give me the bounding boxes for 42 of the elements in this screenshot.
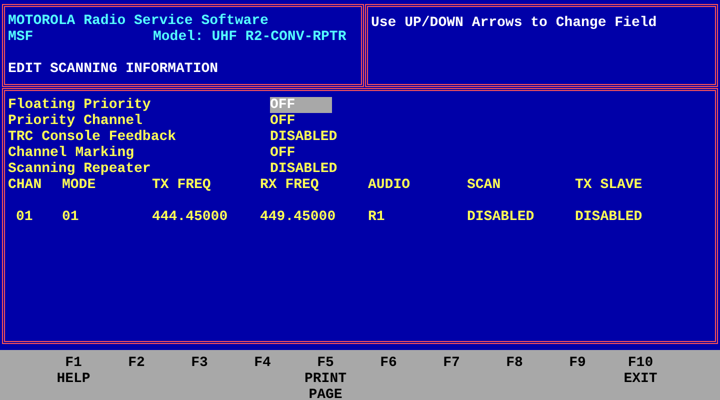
field-value[interactable]: DISABLED <box>270 129 338 145</box>
function-key-label: PRINT <box>304 371 346 387</box>
help-text: Use UP/DOWN Arrows to Change Field <box>371 15 658 31</box>
function-key[interactable]: F10 <box>628 355 654 371</box>
function-key[interactable]: F7 <box>443 355 460 371</box>
function-key[interactable]: F2 <box>128 355 145 371</box>
column-header: AUDIO <box>368 177 412 193</box>
column-header: TX FREQ <box>152 177 212 193</box>
function-key[interactable]: F6 <box>380 355 397 371</box>
app-abbreviation: MSF <box>8 29 34 45</box>
table-cell-text: 449.45000 <box>260 209 337 225</box>
table-cell-text: 01 <box>15 209 34 225</box>
function-key[interactable]: F5 <box>317 355 334 371</box>
table-cell-text: 444.45000 <box>152 209 229 225</box>
model-label: Model: UHF R2-CONV-RPTR <box>153 29 346 45</box>
table-cell-text: R1 <box>368 209 386 225</box>
function-key[interactable]: F9 <box>569 355 586 371</box>
table-cell-text: DISABLED <box>467 209 536 225</box>
field-label: Scanning Repeater <box>8 161 152 177</box>
function-key-label: EXIT <box>624 371 658 387</box>
column-header: SCAN <box>467 177 502 193</box>
field-value[interactable]: DISABLED <box>270 161 338 177</box>
function-key[interactable]: F8 <box>506 355 523 371</box>
column-header: RX FREQ <box>260 177 320 193</box>
function-key-label: PAGE <box>308 387 342 400</box>
function-key[interactable]: F1 <box>65 355 82 371</box>
table-cell-text: 01 <box>62 209 80 225</box>
table-cell-text: DISABLED <box>575 209 644 225</box>
field-label: TRC Console Feedback <box>8 129 178 145</box>
function-key[interactable]: F4 <box>254 355 271 371</box>
column-header: CHAN <box>8 177 43 193</box>
field-value[interactable]: OFF <box>270 145 332 161</box>
app-title: MOTOROLA Radio Service Software <box>8 13 270 29</box>
field-value[interactable]: OFF <box>270 113 332 129</box>
function-key[interactable]: F3 <box>191 355 208 371</box>
field-label: Floating Priority <box>8 97 152 113</box>
column-header: MODE <box>62 177 97 193</box>
screen-title: EDIT SCANNING INFORMATION <box>8 61 220 77</box>
column-header: TX SLAVE <box>575 177 644 193</box>
field-label: Priority Channel <box>8 113 144 129</box>
field-label: Channel Marking <box>8 145 136 161</box>
function-key-label: HELP <box>56 371 90 387</box>
